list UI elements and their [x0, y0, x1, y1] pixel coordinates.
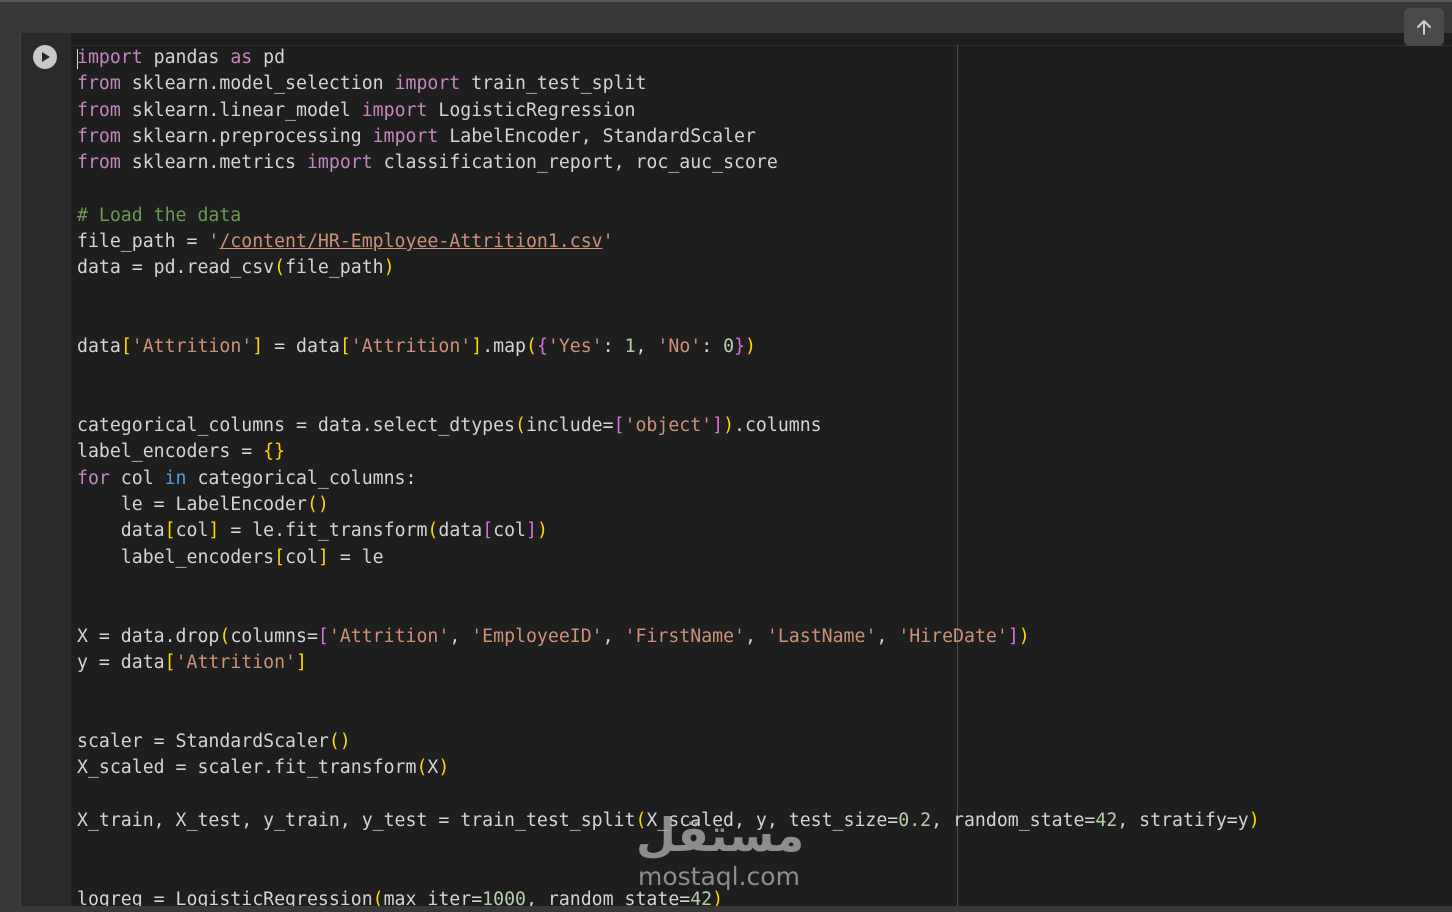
code-line[interactable]: X = data.drop(columns=['Attrition', 'Emp…: [77, 624, 1260, 650]
code-line[interactable]: data[col] = le.fit_transform(data[col]): [77, 518, 1260, 544]
code-line[interactable]: [77, 571, 1260, 597]
code-line[interactable]: for col in categorical_columns:: [77, 466, 1260, 492]
text-cursor: [77, 49, 78, 69]
bottom-strip: [0, 906, 1452, 912]
code-line[interactable]: logreg = LogisticRegression(max_iter=100…: [77, 887, 1260, 907]
code-line[interactable]: [77, 702, 1260, 728]
code-line[interactable]: [77, 176, 1260, 202]
code-line[interactable]: [77, 387, 1260, 413]
code-editor[interactable]: import pandas as pd from sklearn.model_se…: [70, 33, 1452, 906]
code-cell[interactable]: import pandas as pd from sklearn.model_se…: [20, 33, 1452, 906]
code-line[interactable]: [77, 597, 1260, 623]
code-line[interactable]: y = data['Attrition']: [77, 650, 1260, 676]
code-line[interactable]: data = pd.read_csv(file_path): [77, 255, 1260, 281]
code-line[interactable]: X_train, X_test, y_train, y_test = train…: [77, 808, 1260, 834]
code-line[interactable]: import pandas as pd: [77, 45, 1260, 71]
run-cell-button[interactable]: [33, 45, 57, 69]
code-line[interactable]: from sklearn.model_selection import trai…: [77, 71, 1260, 97]
code-line[interactable]: label_encoders[col] = le: [77, 545, 1260, 571]
code-line[interactable]: [77, 676, 1260, 702]
notebook-toolbar: [0, 2, 1452, 33]
code-line[interactable]: scaler = StandardScaler(): [77, 729, 1260, 755]
code-line[interactable]: # Load the data: [77, 203, 1260, 229]
code-line[interactable]: le = LabelEncoder(): [77, 492, 1260, 518]
code-line[interactable]: [77, 308, 1260, 334]
code-line[interactable]: X_scaled = scaler.fit_transform(X): [77, 755, 1260, 781]
code-line[interactable]: from sklearn.preprocessing import LabelE…: [77, 124, 1260, 150]
code-line[interactable]: data['Attrition'] = data['Attrition'].ma…: [77, 334, 1260, 360]
code-line[interactable]: [77, 282, 1260, 308]
code-line[interactable]: [77, 781, 1260, 807]
play-icon: [42, 52, 50, 62]
code-line[interactable]: [77, 361, 1260, 387]
code-line[interactable]: file_path = '/content/HR-Employee-Attrit…: [77, 229, 1260, 255]
code-line[interactable]: [77, 834, 1260, 860]
code-line[interactable]: from sklearn.metrics import classificati…: [77, 150, 1260, 176]
scroll-up-button[interactable]: [1404, 8, 1444, 46]
code-line[interactable]: categorical_columns = data.select_dtypes…: [77, 413, 1260, 439]
code-line[interactable]: label_encoders = {}: [77, 439, 1260, 465]
code-line[interactable]: from sklearn.linear_model import Logisti…: [77, 98, 1260, 124]
code-line[interactable]: [77, 860, 1260, 886]
arrow-up-icon: [1417, 20, 1431, 35]
code-lines: import pandas as pd from sklearn.model_se…: [77, 45, 1260, 906]
cell-gutter: [20, 33, 71, 906]
